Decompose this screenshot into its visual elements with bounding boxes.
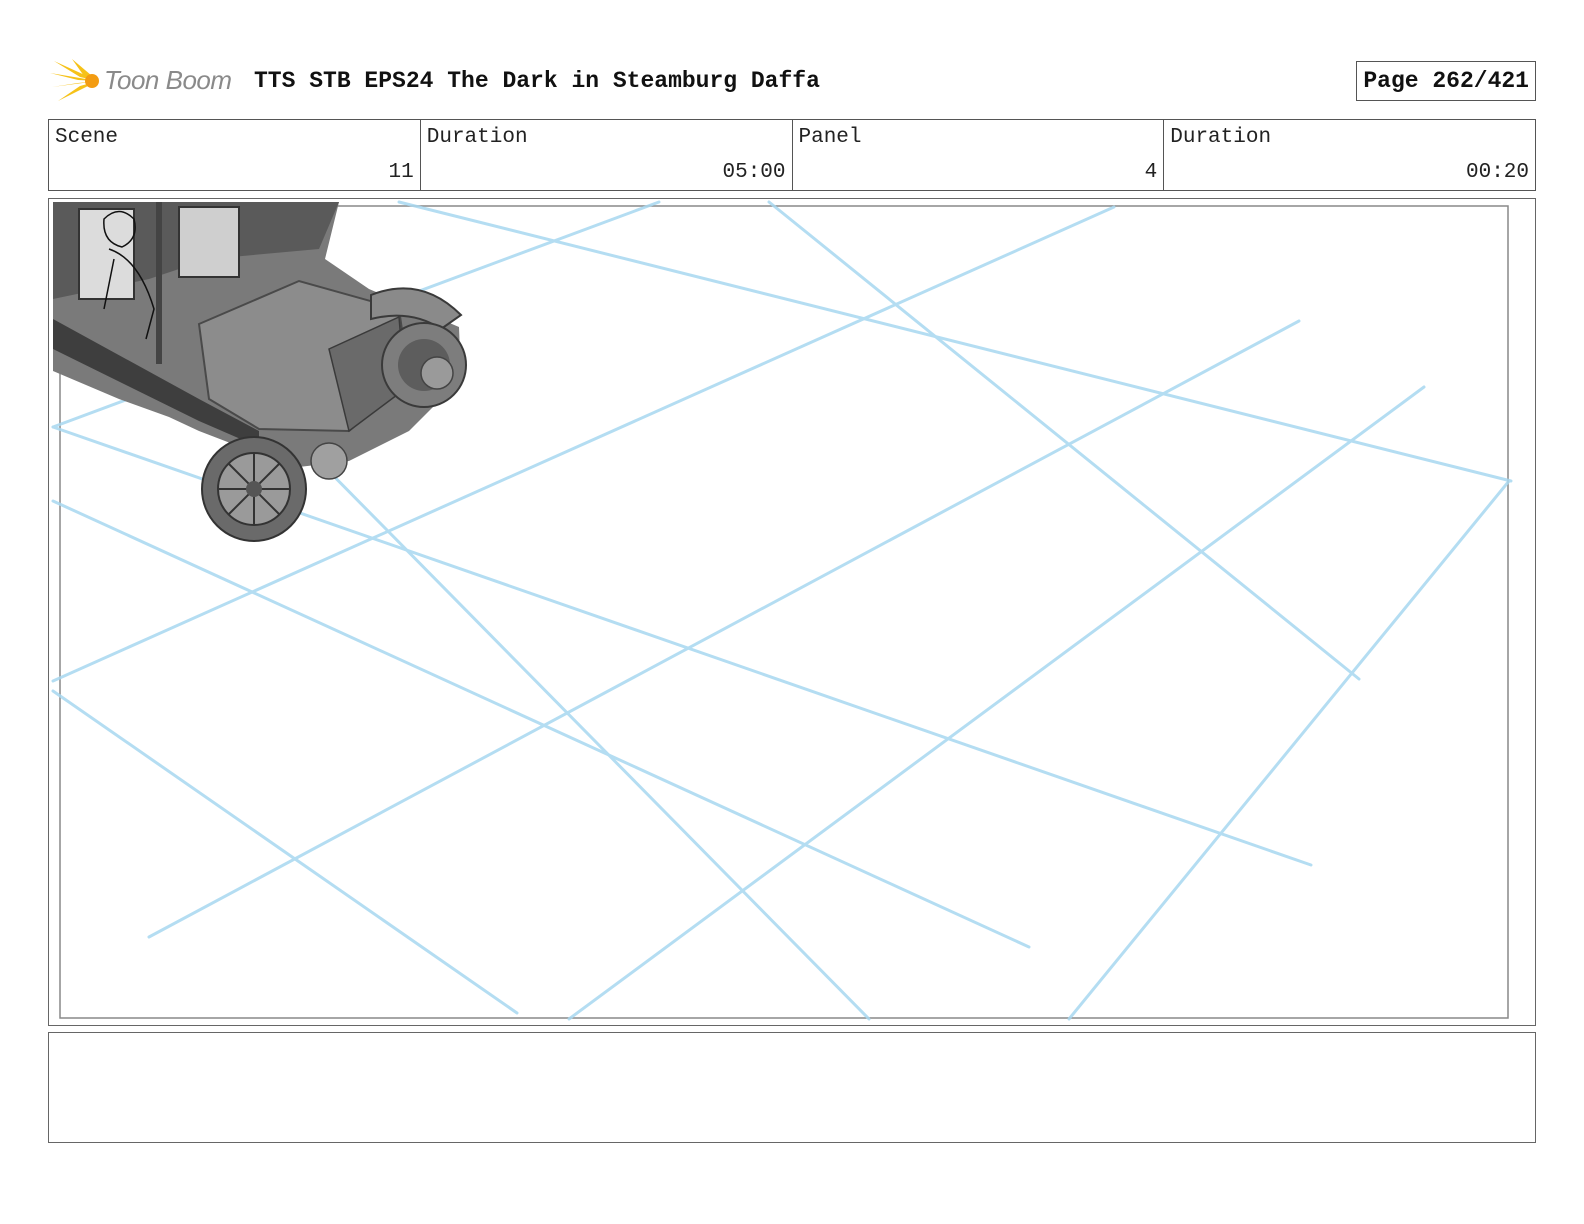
page-number: Page 262/421 [1356, 61, 1536, 101]
starburst-icon [50, 59, 99, 101]
panel-duration-cell: Duration 00:20 [1164, 120, 1535, 190]
vintage-car [53, 202, 467, 542]
scene-duration-cell: Duration 05:00 [421, 120, 793, 190]
panel-cell: Panel 4 [793, 120, 1165, 190]
scene-info-table: Scene 11 Duration 05:00 Panel 4 Duration… [48, 119, 1536, 191]
panel-duration-value: 00:20 [1465, 161, 1529, 184]
scene-label: Scene [55, 126, 119, 149]
panel-drawing [51, 200, 1513, 1021]
scene-duration-value: 05:00 [722, 161, 786, 184]
toon-boom-logo: Toon Boom [50, 55, 240, 107]
panel-notes-box [48, 1032, 1536, 1143]
panel-label: Panel [798, 126, 862, 149]
panel-duration-label: Duration [1170, 126, 1272, 149]
scene-duration-label: Duration [426, 126, 528, 149]
storyboard-panel [48, 198, 1536, 1026]
panel-value: 4 [1144, 161, 1158, 184]
page-header: Toon Boom TTS STB EPS24 The Dark in Stea… [50, 55, 1536, 107]
logo-text: Toon Boom [104, 65, 232, 95]
scene-value: 11 [388, 161, 414, 184]
scene-cell: Scene 11 [49, 120, 421, 190]
document-title: TTS STB EPS24 The Dark in Steamburg Daff… [254, 68, 820, 94]
